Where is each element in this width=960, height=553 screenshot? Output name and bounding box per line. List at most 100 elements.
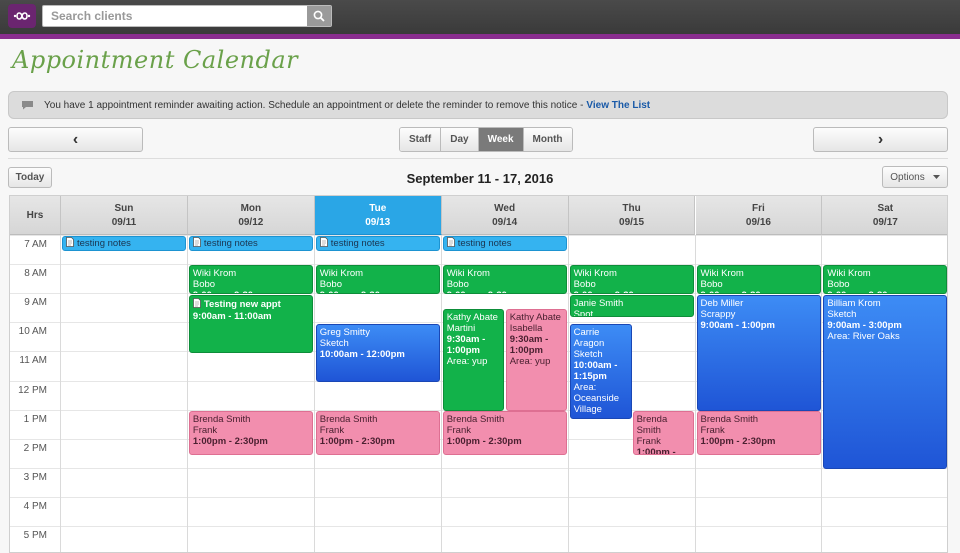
search-input[interactable] (43, 6, 307, 26)
column-divider (567, 235, 569, 552)
event-line: Wiki Krom (319, 268, 364, 279)
event-line: 1:00pm (446, 345, 480, 356)
hour-row[interactable]: 4 PM (10, 496, 947, 526)
event-line: Kathy Abate (446, 312, 498, 323)
week-calendar-grid: Hrs Sun 09/11 Mon 09/12 Tue 09/13 Wed 09/14 Thu 0… (9, 195, 948, 553)
event-line: Wiki Krom (192, 268, 237, 279)
event-line: 1:00pm (509, 345, 543, 356)
event-line: Frank (192, 425, 218, 436)
event-line: Frank (319, 425, 345, 436)
caret-down-icon (932, 175, 940, 179)
event-line: Sketch (573, 349, 603, 360)
day-header-tue[interactable]: Tue 09/13 (314, 196, 442, 235)
view-week-button[interactable]: Week (478, 128, 524, 151)
event-line: Bobo (192, 279, 216, 290)
view-switcher: Staff Day Week Month (399, 127, 573, 152)
day-header-wed[interactable]: Wed 09/14 (441, 196, 569, 235)
day-date: 09/17 (872, 217, 898, 228)
hour-label: 8 AM (24, 268, 47, 280)
day-name: Sun (114, 203, 134, 214)
event-line: 9:00am - 9:30am (193, 290, 309, 293)
appointment-event[interactable]: Kathy Abate Martini 9:30am -1:00pm Area: yu… (442, 309, 504, 411)
search-box (42, 5, 332, 27)
options-label: Options (890, 171, 925, 183)
day-date: 09/11 (111, 217, 137, 228)
appointment-event[interactable]: Wiki KromBobo9:00am - 9:30am (188, 265, 313, 294)
appointment-event[interactable]: Deb Miller Scrappy 9:00am - 1:00pm (696, 295, 821, 411)
chat-bubble-icon (21, 100, 34, 110)
view-list-link[interactable]: View The List (586, 100, 650, 111)
event-line: 1:00pm - (636, 447, 676, 455)
view-month-button[interactable]: Month (523, 128, 572, 151)
appointment-event[interactable]: Brenda SmithFrank1:00pm -2:30pm (632, 411, 694, 455)
event-line: Frank (446, 425, 471, 436)
appointment-event[interactable]: Wiki KromBobo9:00am - 9:30am (823, 265, 947, 294)
event-line: Wiki Krom (827, 268, 871, 279)
day-date: 09/12 (238, 217, 264, 228)
view-day-button[interactable]: Day (441, 128, 479, 151)
event-line: Bobo (827, 279, 850, 290)
appointment-event[interactable]: Brenda Smith Frank 1:00pm - 2:30pm (188, 411, 313, 455)
divider (8, 158, 948, 159)
search-icon[interactable] (307, 6, 331, 26)
appointment-event[interactable]: Kathy Abate Isabella 9:30am -1:00pm Area: y… (505, 309, 567, 411)
event-line: Wiki Krom (573, 268, 617, 279)
note-icon (192, 237, 201, 250)
event-line: Frank (636, 436, 661, 447)
appointment-event[interactable]: Janie Smith Spot (569, 295, 694, 317)
appointment-event[interactable]: testing notes (315, 236, 440, 251)
prev-week-button[interactable]: ‹ (8, 127, 143, 152)
top-accent-bar (0, 34, 960, 39)
appointment-event[interactable]: Brenda Smith Frank 1:00pm - 2:30pm (315, 411, 440, 455)
day-header-sat[interactable]: Sat 09/17 (822, 196, 947, 235)
event-line: 9:00am - 1:00pm (700, 320, 775, 331)
event-line: Kathy Abate (509, 312, 561, 323)
note-icon (192, 298, 201, 311)
event-line: Sketch (319, 338, 349, 349)
day-date: 09/14 (492, 217, 518, 228)
column-divider (313, 235, 315, 552)
today-button[interactable]: Today (8, 167, 52, 188)
appointment-event[interactable]: Greg Smitty Sketch 10:00am - 12:00pm (315, 324, 440, 382)
appointment-event[interactable]: testing notes (62, 236, 186, 251)
hour-row[interactable]: 5 PM (10, 526, 947, 552)
appointment-event[interactable]: Wiki KromBobo9:00am - 9:30am (696, 265, 821, 294)
appointment-event[interactable]: Wiki KromBobo9:00am - 9:30am (569, 265, 694, 294)
event-line: Greg Smitty (319, 327, 370, 338)
event-line: 10:00am - 12:00pm (319, 349, 405, 360)
note-icon (319, 237, 328, 250)
appointment-event[interactable]: Wiki KromBobo9:00am - 9:30am (315, 265, 440, 294)
event-line: 1:00pm - 2:30pm (700, 436, 776, 447)
day-header-sun[interactable]: Sun 09/11 (61, 196, 188, 235)
appointment-event[interactable]: Brenda Smith Frank 1:00pm - 2:30pm (696, 411, 821, 455)
appointment-event[interactable]: testing notes (442, 236, 567, 251)
event-line: Carrie Aragon (573, 327, 605, 349)
day-name: Sat (877, 203, 894, 214)
infinity-logo-icon[interactable] (8, 4, 36, 28)
appointment-event[interactable]: Carrie Aragon Sketch 10:00am -1:15pm Area: O… (569, 324, 632, 419)
day-name: Wed (494, 203, 516, 214)
day-header-mon[interactable]: Mon 09/12 (187, 196, 315, 235)
next-week-button[interactable]: › (813, 127, 948, 152)
event-line: Area: River Oaks (827, 331, 900, 342)
event-line: testing notes (203, 237, 258, 249)
day-name: Fri (752, 203, 765, 214)
event-line: 9:30am - (446, 334, 486, 345)
event-line: Brenda Smith (446, 414, 505, 425)
appointment-event[interactable]: Brenda Smith Frank 1:00pm - 2:30pm (442, 411, 567, 455)
day-header-fri[interactable]: Fri 09/16 (695, 196, 823, 235)
options-button[interactable]: Options (882, 166, 948, 188)
hour-row[interactable]: 3 PM (10, 467, 947, 497)
event-line: Testing new appt (203, 299, 281, 310)
day-header-thu[interactable]: Thu 09/15 (568, 196, 696, 235)
event-line: Janie Smith (573, 298, 624, 309)
appointment-event[interactable]: Testing new appt 9:00am - 11:00am (188, 295, 313, 353)
view-staff-button[interactable]: Staff (400, 128, 442, 151)
column-divider (821, 235, 823, 552)
appointment-event[interactable]: Wiki KromBobo9:00am - 9:30am (442, 265, 567, 294)
event-line: 9:00am - 3:00pm (827, 320, 902, 331)
event-line: Sketch (827, 309, 857, 320)
appointment-event[interactable]: testing notes (188, 236, 313, 251)
appointment-event[interactable]: Billiam Krom Sketch 9:00am - 3:00pm Area: R… (823, 295, 947, 469)
event-line: 1:00pm - 2:30pm (446, 436, 522, 447)
